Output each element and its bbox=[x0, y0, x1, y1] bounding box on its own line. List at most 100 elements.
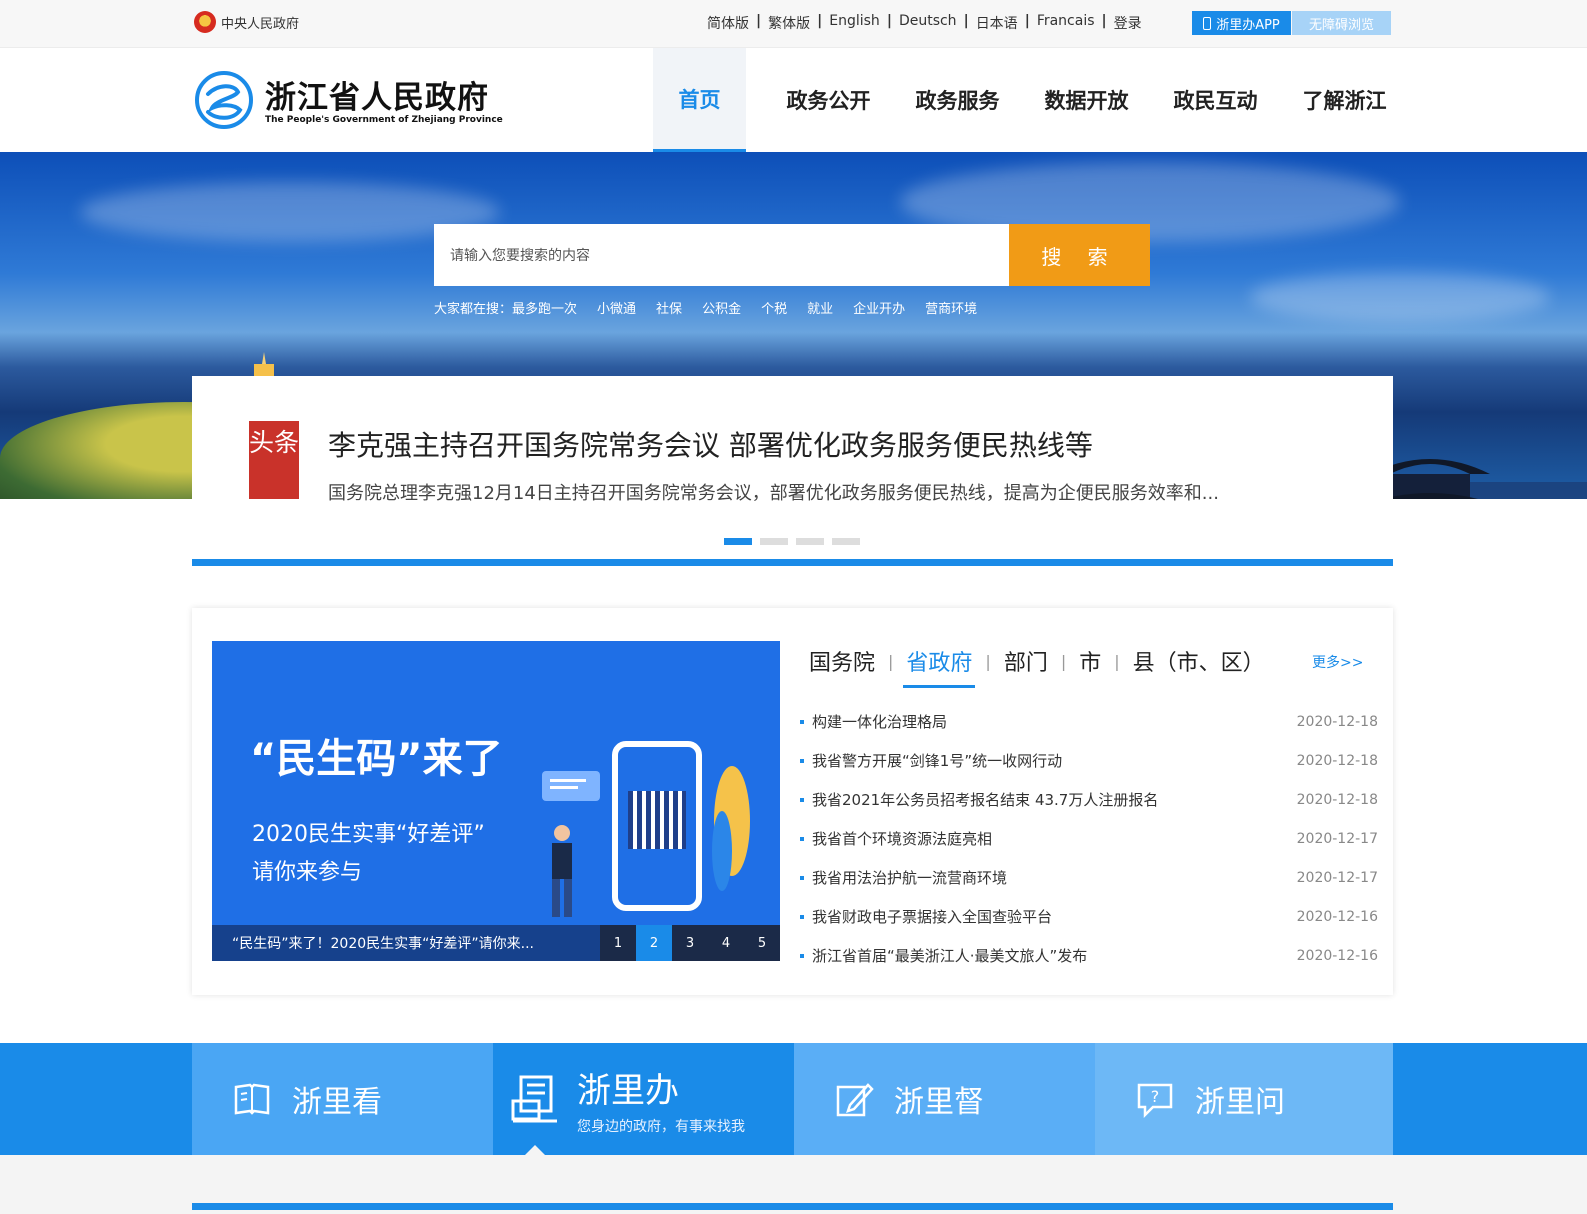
lang-japanese[interactable]: 日本语 bbox=[969, 13, 1025, 33]
book-icon bbox=[234, 1083, 270, 1115]
language-switcher: 简体版 | 繁体版 | English | Deutsch | 日本语 | Francai… bbox=[700, 13, 1149, 33]
hot-search-term[interactable]: 公积金 bbox=[702, 298, 741, 317]
divider bbox=[192, 1203, 1393, 1210]
news-item[interactable]: 我省2021年公务员招考报名结束 43.7万人注册报名 2020-12-18 bbox=[800, 780, 1378, 819]
news-item[interactable]: 我省财政电子票据接入全国查验平台 2020-12-16 bbox=[800, 897, 1378, 936]
accessibility-button[interactable]: 无障碍浏览 bbox=[1292, 11, 1391, 35]
tab-state-council[interactable]: 国务院 bbox=[806, 645, 878, 677]
national-emblem-icon bbox=[194, 11, 216, 33]
carousel-dot[interactable] bbox=[760, 538, 788, 545]
app-button-label: 浙里办APP bbox=[1216, 17, 1280, 33]
hot-search-term[interactable]: 社保 bbox=[656, 298, 682, 317]
search-button[interactable]: 搜 索 bbox=[1009, 224, 1150, 286]
zhejiang-logo-icon[interactable] bbox=[194, 70, 254, 130]
service-zheli-wen[interactable]: ? 浙里问 bbox=[1095, 1043, 1393, 1155]
news-title: 我省警方开展“剑锋1号”统一收网行动 bbox=[812, 752, 1063, 770]
promo-carousel[interactable]: “民生码”来了 2020民生实事“好差评” 请你来参与 “民生码”来了！2020… bbox=[212, 641, 780, 961]
more-link[interactable]: 更多>> bbox=[1312, 652, 1363, 672]
service-zheli-du[interactable]: 浙里督 bbox=[794, 1043, 1095, 1155]
app-download-button[interactable]: 浙里办APP bbox=[1192, 11, 1291, 35]
lang-deutsch[interactable]: Deutsch bbox=[892, 13, 964, 33]
news-item[interactable]: 我省警方开展“剑锋1号”统一收网行动 2020-12-18 bbox=[800, 741, 1378, 780]
promo-caption[interactable]: “民生码”来了！2020民生实事“好差评”请你来... bbox=[212, 925, 600, 961]
service-name: 浙里看 bbox=[292, 1085, 382, 1120]
headline-description[interactable]: 国务院总理李克强12月14日主持召开国务院常务会议，部署优化政务服务便民热线，提… bbox=[328, 479, 1219, 505]
hot-search-label: 大家都在搜： bbox=[434, 302, 513, 317]
pager-button-4[interactable]: 4 bbox=[708, 925, 744, 961]
news-title: 构建一体化治理格局 bbox=[812, 713, 948, 731]
news-date: 2020-12-16 bbox=[1296, 908, 1378, 925]
nav-interaction[interactable]: 政民互动 bbox=[1151, 48, 1280, 152]
nav-government-affairs[interactable]: 政务公开 bbox=[764, 48, 893, 152]
tab-cities[interactable]: 市 bbox=[1076, 645, 1104, 677]
news-date: 2020-12-18 bbox=[1296, 752, 1378, 769]
site-title[interactable]: 浙江省人民政府 bbox=[265, 72, 489, 117]
hot-searches: 大家都在搜： 最多跑一次 小微通 社保 公积金 个税 就业 企业开办 营商环境 bbox=[434, 298, 997, 317]
service-desk-icon bbox=[511, 1075, 557, 1123]
service-zheli-kan[interactable]: 浙里看 bbox=[192, 1043, 493, 1155]
headline-title[interactable]: 李克强主持召开国务院常务会议 部署优化政务服务便民热线等 bbox=[328, 424, 1093, 464]
main-nav: 首页 政务公开 政务服务 数据开放 政民互动 了解浙江 bbox=[653, 48, 1409, 152]
hot-search-term[interactable]: 企业开办 bbox=[853, 298, 905, 317]
divider bbox=[192, 559, 1393, 566]
news-title: 我省首个环境资源法庭亮相 bbox=[812, 830, 993, 848]
promo-pager: 1 2 3 4 5 bbox=[600, 925, 780, 961]
news-title: 浙江省首届“最美浙江人·最美文旅人”发布 bbox=[812, 947, 1088, 965]
lang-english[interactable]: English bbox=[822, 13, 887, 33]
news-title: 我省2021年公务员招考报名结束 43.7万人注册报名 bbox=[812, 791, 1159, 809]
promo-line: 请你来参与 bbox=[252, 860, 363, 885]
svg-text:?: ? bbox=[1151, 1087, 1160, 1106]
nav-home[interactable]: 首页 bbox=[653, 48, 746, 152]
news-date: 2020-12-16 bbox=[1296, 947, 1378, 964]
carousel-dot[interactable] bbox=[796, 538, 824, 545]
news-date: 2020-12-18 bbox=[1296, 791, 1378, 808]
tab-departments[interactable]: 部门 bbox=[1001, 645, 1051, 677]
news-item[interactable]: 我省用法治护航一流营商环境 2020-12-17 bbox=[800, 858, 1378, 897]
search-input[interactable]: 请输入您要搜索的内容 bbox=[434, 224, 1009, 286]
hot-search-term[interactable]: 最多跑一次 bbox=[512, 298, 577, 317]
chat-bubble-icon bbox=[542, 771, 600, 801]
news-tabs: 国务院 | 省政府 | 部门 | 市 | 县（市、区） bbox=[806, 645, 1268, 688]
headline-carousel-dots bbox=[724, 538, 868, 545]
service-zheli-ban[interactable]: 浙里办 您身边的政府，有事来找我 bbox=[493, 1043, 794, 1155]
news-item[interactable]: 构建一体化治理格局 2020-12-18 bbox=[800, 702, 1378, 741]
lang-simplified[interactable]: 简体版 bbox=[700, 13, 756, 33]
news-title: 我省用法治护航一流营商环境 bbox=[812, 869, 1008, 887]
news-date: 2020-12-17 bbox=[1296, 830, 1378, 847]
central-government-link[interactable]: 中央人民政府 bbox=[194, 11, 299, 33]
news-item[interactable]: 我省首个环境资源法庭亮相 2020-12-17 bbox=[800, 819, 1378, 858]
service-subtitle: 您身边的政府，有事来找我 bbox=[577, 1118, 745, 1135]
edit-icon bbox=[836, 1083, 874, 1117]
site-subtitle: The People's Government of Zhejiang Prov… bbox=[265, 115, 503, 125]
tab-counties[interactable]: 县（市、区） bbox=[1130, 645, 1268, 677]
pager-button-1[interactable]: 1 bbox=[600, 925, 636, 961]
hot-search-term[interactable]: 就业 bbox=[807, 298, 833, 317]
service-name: 浙里督 bbox=[894, 1085, 984, 1120]
news-item[interactable]: 浙江省首届“最美浙江人·最美文旅人”发布 2020-12-16 bbox=[800, 936, 1378, 975]
nav-government-services[interactable]: 政务服务 bbox=[893, 48, 1022, 152]
hot-search-term[interactable]: 个税 bbox=[761, 298, 787, 317]
nav-open-data[interactable]: 数据开放 bbox=[1022, 48, 1151, 152]
headline-tag: 头条 bbox=[249, 421, 299, 499]
pager-button-3[interactable]: 3 bbox=[672, 925, 708, 961]
top-bar: 中央人民政府 简体版 | 繁体版 | English | Deutsch | 日本语 | … bbox=[0, 0, 1587, 48]
service-name: 浙里问 bbox=[1195, 1085, 1285, 1120]
hot-search-term[interactable]: 小微通 bbox=[597, 298, 636, 317]
pager-button-5[interactable]: 5 bbox=[744, 925, 780, 961]
lang-traditional[interactable]: 繁体版 bbox=[761, 13, 817, 33]
login-link[interactable]: 登录 bbox=[1107, 13, 1149, 33]
central-government-label: 中央人民政府 bbox=[221, 16, 300, 32]
news-date: 2020-12-18 bbox=[1296, 713, 1378, 730]
carousel-dot[interactable] bbox=[832, 538, 860, 545]
tab-provincial-government[interactable]: 省政府 bbox=[903, 645, 976, 688]
news-title: 我省财政电子票据接入全国查验平台 bbox=[812, 908, 1053, 926]
news-list: 构建一体化治理格局 2020-12-18 我省警方开展“剑锋1号”统一收网行动 20… bbox=[800, 702, 1378, 975]
hot-search-term[interactable]: 营商环境 bbox=[925, 298, 977, 317]
promo-line: 2020民生实事“好差评” bbox=[252, 822, 485, 847]
pager-button-2[interactable]: 2 bbox=[636, 925, 672, 961]
nav-about-zhejiang[interactable]: 了解浙江 bbox=[1280, 48, 1409, 152]
question-icon: ? bbox=[1137, 1083, 1173, 1119]
carousel-dot[interactable] bbox=[724, 538, 752, 545]
lang-francais[interactable]: Francais bbox=[1030, 13, 1102, 33]
news-date: 2020-12-17 bbox=[1296, 869, 1378, 886]
